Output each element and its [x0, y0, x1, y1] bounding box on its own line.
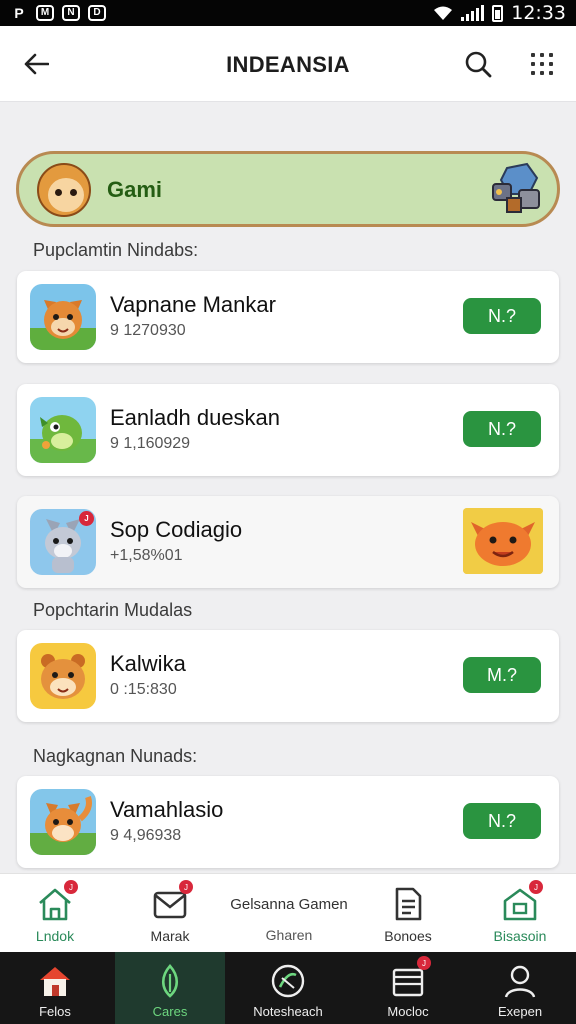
- nav-documents[interactable]: Bonoes: [353, 882, 463, 944]
- app-list-item[interactable]: J Sop Codiagio +1,58%01: [17, 496, 559, 588]
- nav-cares-tab[interactable]: Cares: [115, 952, 225, 1024]
- hamster-app-icon: [30, 643, 96, 709]
- nav-center-subtitle: Gharen: [265, 927, 313, 943]
- app-downloads: 0 :15:830: [110, 681, 177, 698]
- nav-label: Mocloc: [387, 1004, 429, 1019]
- news-notification-icon: N: [62, 5, 80, 21]
- mascot-avatar-icon: [37, 163, 91, 217]
- nav-label: Notesheach: [253, 1004, 323, 1019]
- notification-badge: J: [529, 880, 543, 894]
- wolf-app-icon: J: [30, 509, 96, 575]
- more-options-icon[interactable]: [524, 46, 560, 82]
- app-name: Vamahlasio: [110, 797, 224, 822]
- install-button[interactable]: N.?: [463, 803, 541, 839]
- app-list-item[interactable]: Vamahlasio 9 4,96938 N.?: [17, 776, 559, 868]
- app-name: Vapnane Mankar: [110, 292, 276, 317]
- nav-store[interactable]: J Bisasoin: [465, 880, 575, 944]
- wifi-icon: [434, 6, 453, 20]
- main-nav-bar: Felos Cares Notesheach J Mocloc Exepen: [0, 952, 576, 1024]
- nav-label: Bonoes: [384, 928, 432, 944]
- search-button[interactable]: [460, 46, 496, 82]
- download-notification-icon: D: [88, 5, 106, 21]
- nav-home[interactable]: J Lndok: [0, 880, 110, 944]
- nav-center-title: Gelsanna Gamen: [230, 896, 348, 913]
- nav-label: Cares: [152, 1004, 188, 1019]
- squirrel-app-icon: [30, 284, 96, 350]
- nav-profile-tab[interactable]: Exepen: [465, 952, 575, 1024]
- app-downloads: 9 4,96938: [110, 827, 182, 844]
- compass-icon: [271, 964, 305, 998]
- install-button[interactable]: M.?: [463, 657, 541, 693]
- nav-mail[interactable]: J Marak: [115, 880, 225, 944]
- app-list-item[interactable]: Kalwika 0 :15:830 M.?: [17, 630, 559, 722]
- secondary-nav-bar: J Lndok J Marak Gelsanna Gamen Gharen Bo…: [0, 873, 576, 952]
- house-icon: [40, 967, 70, 996]
- nav-mocloc-tab[interactable]: J Mocloc: [353, 952, 463, 1024]
- nav-label: Felos: [39, 1004, 71, 1019]
- nav-games-center[interactable]: Gelsanna Gamen Gharen: [222, 896, 356, 943]
- app-downloads: 9 1270930: [110, 322, 186, 339]
- person-icon: [504, 965, 536, 998]
- notification-badge: J: [179, 880, 193, 894]
- fox-app-icon: [30, 789, 96, 855]
- app-list-item[interactable]: Vapnane Mankar 9 1270930 N.?: [17, 271, 559, 363]
- app-name: Kalwika: [110, 651, 186, 676]
- install-button[interactable]: N.?: [463, 411, 541, 447]
- document-icon: [395, 887, 422, 921]
- nav-label: Exepen: [497, 1004, 543, 1019]
- install-button[interactable]: N.?: [463, 298, 541, 334]
- notification-badge: J: [64, 880, 78, 894]
- clock: 12:33: [511, 2, 566, 24]
- section-header: Pupclamtin Nindabs:: [33, 240, 199, 260]
- search-icon: [465, 51, 492, 78]
- notification-badge: J: [417, 956, 431, 970]
- section-header: Nagkagnan Nunads:: [33, 746, 198, 766]
- leaf-icon: [161, 964, 179, 998]
- nav-label: Bisasoin: [493, 928, 547, 944]
- banner-label: Gami: [107, 177, 163, 202]
- dinosaur-app-icon: [30, 397, 96, 463]
- status-bar: P M N D 12:33: [0, 0, 576, 26]
- mail-notification-icon: M: [36, 5, 54, 21]
- cat-promo-art-icon[interactable]: [463, 508, 543, 574]
- app-list-item[interactable]: Eanladh dueskan 9 1,160929 N.?: [17, 384, 559, 476]
- app-bar: INDEANSIA: [0, 26, 576, 102]
- nav-label: Marak: [150, 928, 190, 944]
- nav-notes-tab[interactable]: Notesheach: [233, 952, 343, 1024]
- app-downloads: 9 1,160929: [110, 435, 191, 452]
- notification-icon: P: [14, 5, 24, 21]
- robot-illustration-icon: [492, 162, 540, 213]
- signal-icon: [461, 5, 485, 21]
- app-name: Eanladh dueskan: [110, 405, 281, 430]
- section-header: Popchtarin Mudalas: [33, 600, 193, 620]
- notification-badge: J: [79, 511, 94, 526]
- battery-icon: [492, 4, 504, 22]
- app-name: Sop Codiagio: [110, 517, 243, 542]
- nav-home-tab[interactable]: Felos: [0, 952, 110, 1024]
- nav-label: Lndok: [35, 928, 75, 944]
- app-downloads: +1,58%01: [110, 547, 183, 564]
- game-banner[interactable]: Gami: [16, 151, 560, 227]
